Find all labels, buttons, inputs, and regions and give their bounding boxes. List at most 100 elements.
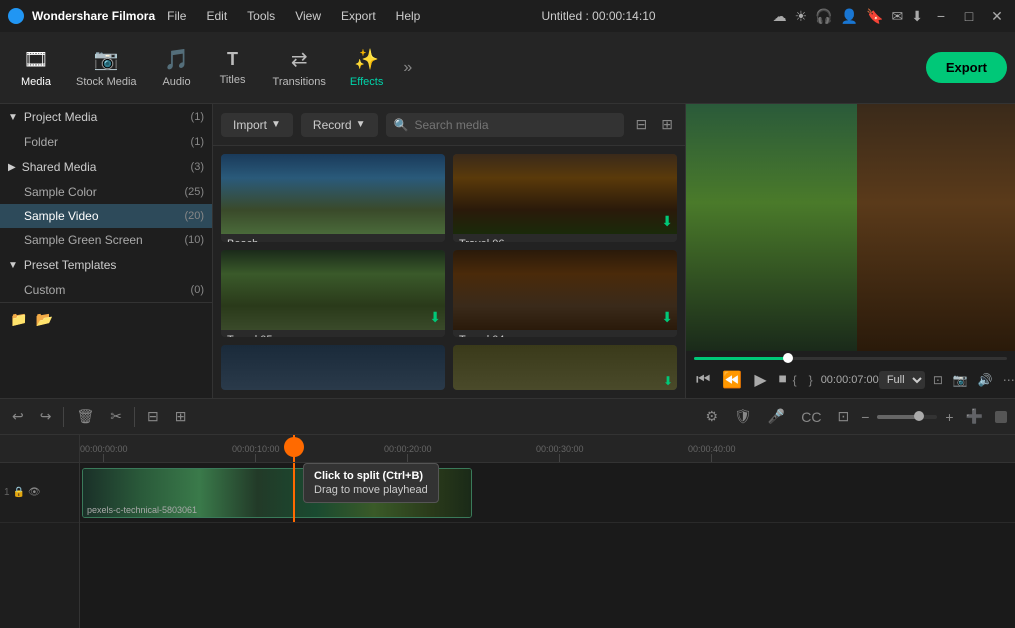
preview-progress-bar[interactable] [694,357,1007,360]
menu-help[interactable]: Help [392,7,425,25]
ruler-label-0: 00:00:00:00 [80,444,128,454]
preview-controls: ⏮ ⏪ ▶ ⏹ { } 00:00:07:00 Full ⊡ 📷 🔊 [686,351,1015,398]
export-button[interactable]: Export [926,52,1007,83]
menu-edit[interactable]: Edit [202,7,231,25]
close-button[interactable]: ✕ [987,6,1007,26]
sidebar-item-sample-video[interactable]: Sample Video (20) [0,204,212,228]
search-input[interactable] [414,118,615,132]
timeline-settings-icon[interactable]: ⊞ [171,406,191,427]
toolbar-stock-media[interactable]: 📷 Stock Media [64,39,149,96]
preview-progress-handle[interactable] [783,353,793,363]
media-toolbar-right: ⊟ ⊞ [632,112,677,137]
undo-button[interactable]: ↩ [8,406,28,427]
timeline: ↩ ↪ 🗑 ✂ ⊟ ⊞ ⚙ 🛡 🎤 CC ⊡ − + ➕ [0,398,1015,628]
eye-icon-1[interactable]: 👁 [28,487,41,498]
preview-rewind[interactable]: ⏪ [720,368,744,392]
project-media-header[interactable]: ▼ Project Media (1) [0,104,212,130]
preview-stop[interactable]: ⏹ [777,369,789,391]
playhead-line[interactable]: Click to split (Ctrl+B) Drag to move pla… [293,463,295,522]
preset-templates-header[interactable]: ▼ Preset Templates [0,252,212,278]
add-track-icon[interactable]: ➕ [962,406,987,427]
titles-label: Titles [220,74,246,86]
audio-settings-icon[interactable]: ⊟ [143,406,163,427]
user-icon[interactable]: 👤 [841,8,858,25]
timeline-content: 1 🔒 👁 00:00:00:00 00:00:10:00 [0,435,1015,628]
preview-volume-icon[interactable]: 🔊 [976,371,995,389]
speed-icon[interactable]: ⚙ [701,406,722,427]
transitions-icon: ⇄ [291,47,308,72]
main-toolbar: 🎞 Media 📷 Stock Media 🎵 Audio T Titles ⇄… [0,32,1015,104]
mail-icon[interactable]: ✉ [892,8,904,25]
ruler-label-4: 00:00:40:00 [688,444,736,454]
pip-icon[interactable]: ⊡ [833,406,853,427]
filter-icon[interactable]: ⊟ [632,112,652,137]
import-button[interactable]: Import ▼ [221,113,293,137]
timeline-toolbar: ↩ ↪ 🗑 ✂ ⊟ ⊞ ⚙ 🛡 🎤 CC ⊡ − + ➕ [0,399,1015,435]
toolbar-audio[interactable]: 🎵 Audio [149,39,205,96]
toolbar-expand[interactable]: » [395,51,420,85]
grid-view-icon[interactable]: ⊞ [657,112,677,137]
zoom-handle[interactable] [914,411,924,421]
record-button[interactable]: Record ▼ [301,113,378,137]
media-thumb-extra2[interactable]: ⬇ [453,345,677,390]
menu-view[interactable]: View [291,7,325,25]
preview-play[interactable]: ▶ [752,368,768,392]
zoom-minus[interactable]: − [861,409,869,425]
app-icon [8,8,24,24]
playhead-ruler[interactable] [293,435,295,462]
shared-media-header[interactable]: ▶ Shared Media (3) [0,154,212,180]
toolbar-transitions[interactable]: ⇄ Transitions [261,39,338,96]
ruler-spacer [0,435,79,463]
menu-file[interactable]: File [163,7,190,25]
playhead-handle[interactable] [284,437,304,457]
delete-button[interactable]: 🗑 [72,406,98,427]
media-thumb-travel04[interactable]: ⬇ Travel 04 [453,250,677,338]
mic-icon[interactable]: 🎤 [764,406,789,427]
toolbar-media[interactable]: 🎞 Media [8,39,64,96]
effects-icon: ✨ [354,47,379,72]
sidebar-add-icon[interactable]: 📂 [33,309,54,330]
fullscreen-select[interactable]: Full [879,371,925,389]
menu-export[interactable]: Export [337,7,380,25]
sidebar-item-folder[interactable]: Folder (1) [0,130,212,154]
tl-sep-2 [134,407,135,427]
ruler-label-2: 00:00:20:00 [384,444,432,454]
media-thumb-beach[interactable]: Beach [221,154,445,242]
toolbar-effects[interactable]: ✨ Effects [338,39,395,96]
zoom-slider[interactable] [877,415,937,419]
preview-more-icon[interactable]: ⋯ [1001,371,1015,389]
preview-area: ⏮ ⏪ ▶ ⏹ { } 00:00:07:00 Full ⊡ 📷 🔊 [685,104,1015,398]
sidebar-item-sample-color[interactable]: Sample Color (25) [0,180,212,204]
preview-timestamp: 00:00:07:00 [821,374,879,386]
bookmark-icon[interactable]: 🔖 [866,8,883,25]
mask-icon[interactable]: 🛡 [730,406,756,427]
sidebar-add-folder-icon[interactable]: 📁 [8,309,29,330]
import-dropdown-arrow: ▼ [271,119,281,130]
media-thumb-travel05[interactable]: ⬇ Travel 05 [221,250,445,338]
ruler-line-4 [711,454,712,462]
sun-icon[interactable]: ☀ [795,8,808,25]
cloud-icon[interactable]: ☁ [773,8,787,25]
preview-screenshot-icon[interactable]: 📷 [951,371,970,389]
lock-icon-1[interactable]: 🔒 [13,487,25,498]
media-thumb-extra1[interactable] [221,345,445,390]
zoom-plus[interactable]: + [945,409,953,425]
caption-icon[interactable]: CC [797,407,825,427]
maximize-button[interactable]: □ [959,6,979,26]
download-icon[interactable]: ⬇ [911,8,923,25]
cut-button[interactable]: ✂ [106,406,126,427]
sidebar-item-custom[interactable]: Custom (0) [0,278,212,302]
preview-skip-back[interactable]: ⏮ [694,369,712,391]
minimize-button[interactable]: − [931,6,951,26]
media-thumb-travel06[interactable]: ⬇ Travel 06 [453,154,677,242]
headphone-icon[interactable]: 🎧 [815,8,832,25]
preview-right-scene [857,104,1015,351]
toolbar-titles[interactable]: T Titles [205,41,261,94]
tooltip-line1: Click to split (Ctrl+B) [314,470,428,482]
sidebar-item-sample-green-screen[interactable]: Sample Green Screen (10) [0,228,212,252]
stock-media-label: Stock Media [76,76,137,88]
menu-tools[interactable]: Tools [243,7,279,25]
redo-button[interactable]: ↪ [36,406,56,427]
shared-media-arrow: ▶ [8,162,16,173]
preview-pip-icon[interactable]: ⊡ [931,371,945,389]
